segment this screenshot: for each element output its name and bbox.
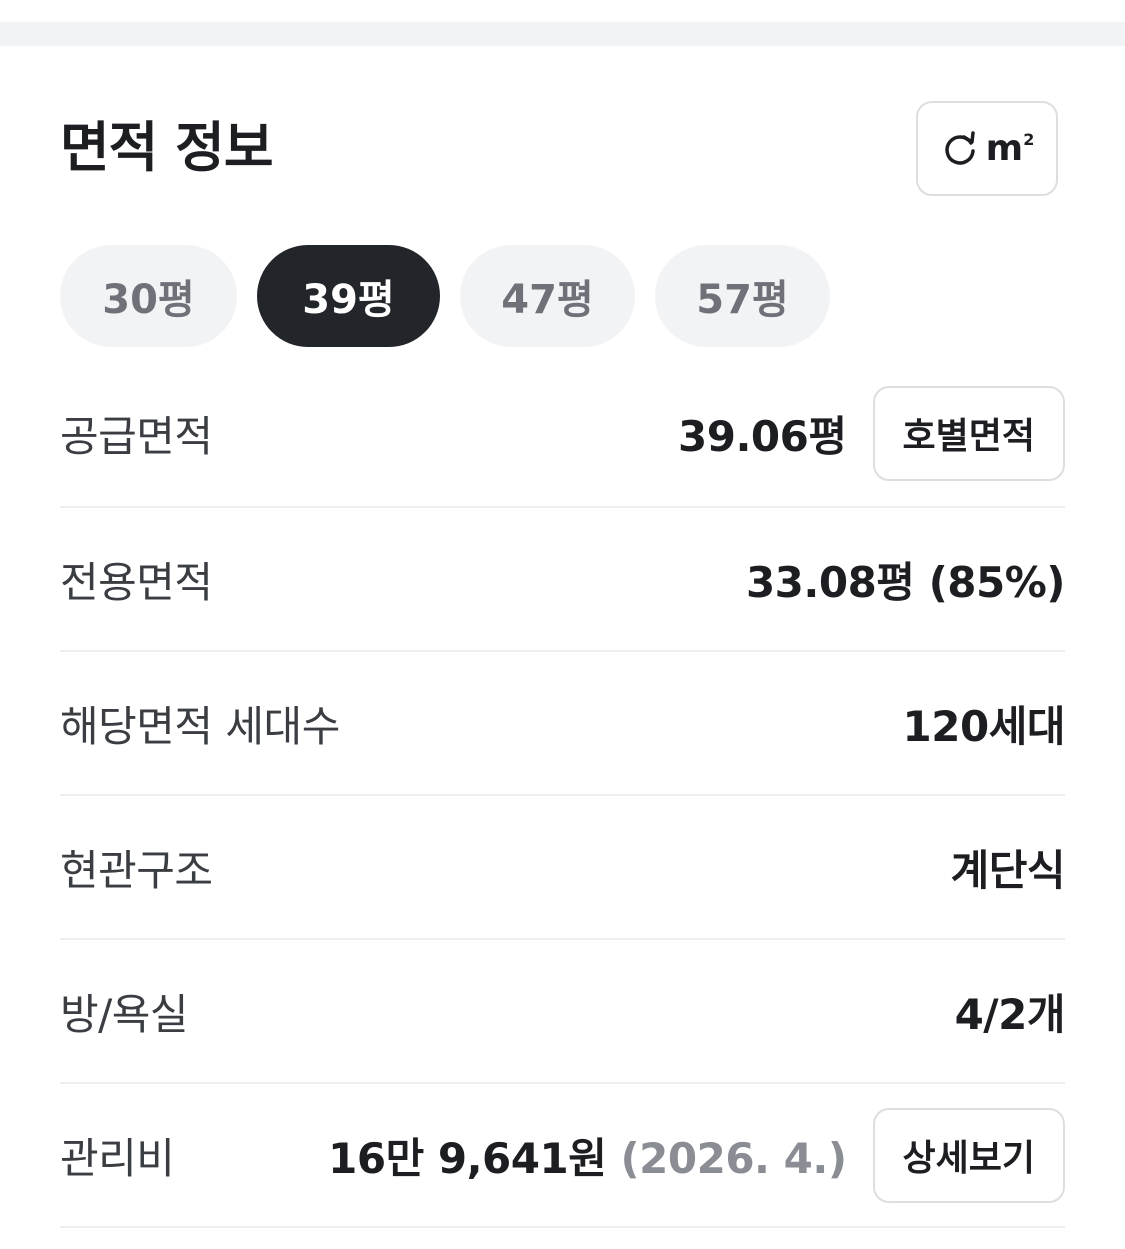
- row-exclusive-area: 전용면적 33.08평 (85%): [60, 508, 1066, 652]
- area-info-section: 면적 정보 m2 30평 39평 47평 57평 공급면적 39.06평 호별면…: [0, 46, 1125, 1249]
- section-title: 면적 정보: [60, 116, 274, 179]
- tab-39[interactable]: 39평: [257, 245, 440, 347]
- unit-label: m2: [985, 128, 1035, 169]
- row-label: 전용면적: [60, 557, 213, 607]
- row-label: 공급면적: [60, 411, 213, 461]
- row-rooms-baths: 방/욕실 4/2개: [60, 940, 1066, 1084]
- row-management-fee: 관리비 16만 9,641원 (2026. 4.) 상세보기: [60, 1084, 1065, 1228]
- row-value: 120세대: [902, 701, 1066, 751]
- fee-amount: 16만 9,641원: [328, 1133, 607, 1183]
- tab-57[interactable]: 57평: [655, 245, 830, 347]
- area-info-list: 공급면적 39.06평 호별면적 전용면적 33.08평 (85%) 해당면적 …: [60, 360, 1066, 1228]
- row-value: 4/2개: [954, 989, 1066, 1039]
- row-supply-area: 공급면적 39.06평 호별면적: [60, 360, 1065, 508]
- row-label: 현관구조: [60, 845, 213, 895]
- row-households: 해당면적 세대수 120세대: [60, 652, 1066, 796]
- fee-date: (2026. 4.): [620, 1133, 847, 1183]
- row-label: 방/욕실: [60, 989, 189, 1039]
- row-value: 33.08평 (85%): [745, 557, 1066, 607]
- top-strip: [0, 0, 1125, 22]
- detail-button[interactable]: 상세보기: [872, 1107, 1065, 1203]
- row-value: 39.06평: [678, 411, 847, 461]
- size-tabs: 30평 39평 47평 57평: [60, 245, 830, 347]
- unit-area-button[interactable]: 호별면적: [872, 385, 1065, 481]
- section-divider: [0, 22, 1125, 46]
- row-value: 16만 9,641원 (2026. 4.): [328, 1125, 847, 1186]
- row-label: 해당면적 세대수: [60, 701, 340, 751]
- refresh-icon: [945, 130, 975, 165]
- row-label: 관리비: [60, 1133, 175, 1183]
- tab-47[interactable]: 47평: [460, 245, 635, 347]
- unit-toggle-button[interactable]: m2: [916, 101, 1058, 196]
- tab-30[interactable]: 30평: [60, 245, 237, 347]
- row-value: 계단식: [950, 845, 1066, 895]
- row-entrance-structure: 현관구조 계단식: [60, 796, 1066, 940]
